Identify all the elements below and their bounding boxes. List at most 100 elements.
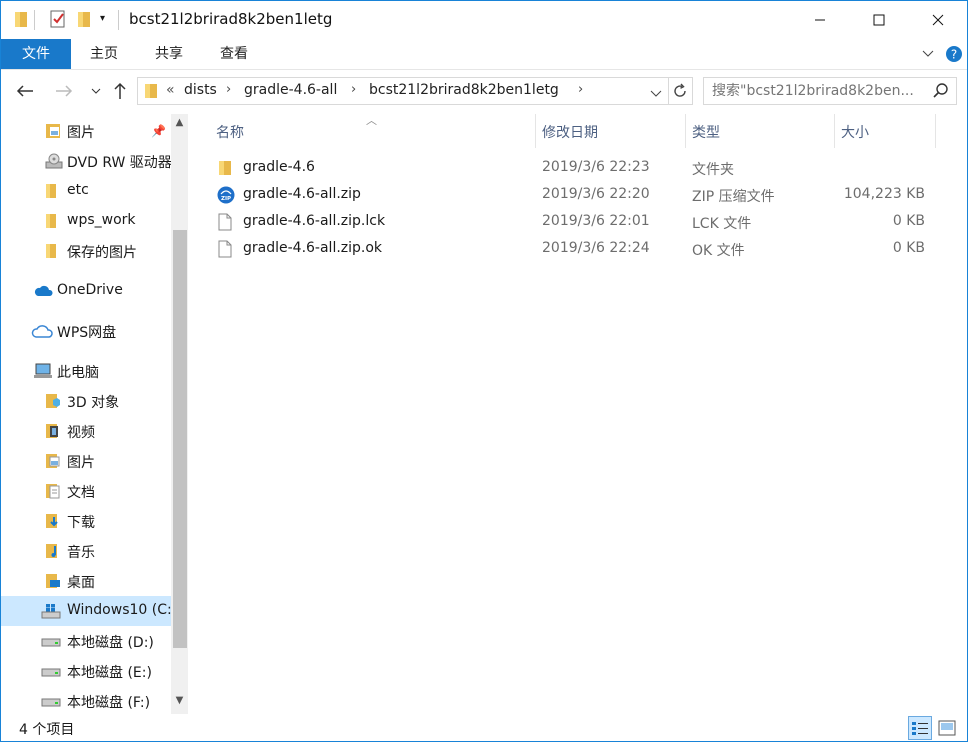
sidebar-item-label: 下载 [67,515,95,531]
sidebar-item-videos[interactable]: 视频 [1,416,171,446]
search-input[interactable] [712,81,922,101]
sidebar-item-saved-pictures[interactable]: 保存的图片 [1,236,171,266]
window-title: bcst21l2brirad8k2ben1letg [129,10,333,28]
scroll-up-icon[interactable]: ▲ [171,117,188,134]
navigation-bar: « dists › gradle-4.6-all › bcst21l2brira… [1,69,967,113]
file-date: 2019/3/6 22:01 [542,213,650,229]
file-row[interactable]: gradle-4.6-all.zip.lck 2019/3/6 22:01 LC… [211,209,931,236]
explorer-window: ▾ bcst21l2brirad8k2ben1letg 文件 主页 共享 查看 … [0,0,968,742]
item-count: 4 个项目 [19,722,75,738]
sidebar-item-wps-cloud[interactable]: WPS网盘 [1,316,171,346]
file-row[interactable]: gradle-4.6 2019/3/6 22:23 文件夹 [211,155,931,182]
svg-text:ZIP: ZIP [221,196,231,202]
details-view-button[interactable] [908,716,932,740]
breadcrumb-segment[interactable]: gradle-4.6-all [244,82,337,98]
chevron-right-icon[interactable]: › [578,82,583,97]
tab-share[interactable]: 共享 [146,39,192,69]
computer-icon [33,363,53,379]
address-bar[interactable]: « dists › gradle-4.6-all › bcst21l2brira… [137,77,669,105]
breadcrumb-segment[interactable]: dists [184,82,217,98]
sidebar-item-documents[interactable]: 文档 [1,476,171,506]
chevron-down-icon [91,88,101,94]
sidebar-item-drive-f[interactable]: 本地磁盘 (F:) [1,686,171,714]
sidebar-item-label: 文档 [67,485,95,501]
up-arrow-icon [114,82,126,99]
scroll-down-icon[interactable]: ▼ [171,695,188,712]
folder-icon [13,9,29,33]
pictures-icon [45,453,61,469]
up-button[interactable] [109,80,131,102]
recent-locations-button[interactable] [85,80,107,102]
sidebar-item-wps-work[interactable]: wps_work [1,206,171,236]
minimize-icon [815,19,825,21]
chevron-right-icon[interactable]: › [351,82,356,97]
videos-icon [45,423,61,439]
sidebar-item-label: 视频 [67,425,95,441]
file-row[interactable]: ZIP gradle-4.6-all.zip 2019/3/6 22:20 ZI… [211,182,931,209]
back-arrow-icon [16,85,33,97]
file-icon [217,213,235,231]
sidebar-item-3d-objects[interactable]: 3D 对象 [1,386,171,416]
sidebar-item-downloads[interactable]: 下载 [1,506,171,536]
column-header-size[interactable]: 大小 [835,114,935,148]
pin-icon[interactable]: 📌 [151,124,166,138]
expand-ribbon-button[interactable] [917,43,939,65]
sidebar-item-drive-d[interactable]: 本地磁盘 (D:) [1,626,171,656]
help-button[interactable]: ? [943,43,965,65]
search-icon[interactable] [932,82,950,100]
column-header-type[interactable]: 类型 [686,114,834,148]
customize-toolbar-icon[interactable]: ▾ [100,13,105,24]
file-type: OK 文件 [692,243,745,259]
scrollbar-thumb[interactable] [173,230,187,648]
large-icons-view-button[interactable] [935,716,959,740]
file-type: LCK 文件 [692,216,752,232]
column-header-name[interactable]: 名称 [191,114,535,148]
sidebar-item-pictures-quick[interactable]: 图片 📌 [1,116,171,146]
navigation-scrollbar[interactable]: ▲ ▼ [171,114,188,714]
close-button[interactable] [909,1,967,39]
divider [118,10,119,30]
divider [34,10,35,30]
wps-cloud-icon [31,323,53,339]
sidebar-item-label: 本地磁盘 (D:) [67,635,154,651]
music-icon [45,543,61,559]
column-divider[interactable] [935,114,936,148]
new-folder-icon[interactable] [76,9,92,33]
desktop-icon [45,573,61,589]
maximize-button[interactable] [850,1,908,39]
file-row[interactable]: gradle-4.6-all.zip.ok 2019/3/6 22:24 OK … [211,236,931,263]
file-name: gradle-4.6-all.zip.ok [243,240,383,256]
refresh-button[interactable] [668,77,693,105]
address-history-dropdown[interactable] [650,86,662,102]
forward-button[interactable] [53,80,75,102]
sidebar-item-onedrive[interactable]: OneDrive [1,276,171,306]
file-name: gradle-4.6-all.zip.lck [243,213,386,229]
tab-file[interactable]: 文件 [1,39,71,69]
sidebar-item-desktop[interactable]: 桌面 [1,566,171,596]
breadcrumb-segment[interactable]: bcst21l2brirad8k2ben1letg [369,82,559,98]
sidebar-item-pictures[interactable]: 图片 [1,446,171,476]
folder-icon [45,243,61,259]
sidebar-item-drive-e[interactable]: 本地磁盘 (E:) [1,656,171,686]
sidebar-item-label: etc [67,182,89,198]
sidebar-item-label: 图片 [67,455,95,471]
sidebar-item-windows10-c[interactable]: Windows10 (C:) [1,596,171,626]
sidebar-item-music[interactable]: 音乐 [1,536,171,566]
3d-objects-icon [45,393,61,409]
sidebar-item-label: WPS网盘 [57,325,117,341]
sidebar-item-this-pc[interactable]: 此电脑 [1,356,171,386]
tab-home[interactable]: 主页 [81,39,127,69]
minimize-button[interactable] [791,1,849,39]
sidebar-item-etc[interactable]: etc [1,176,171,206]
back-button[interactable] [14,80,36,102]
tab-view[interactable]: 查看 [211,39,257,69]
search-box[interactable] [703,77,957,105]
column-header-date[interactable]: 修改日期 [536,114,685,148]
forward-arrow-icon [56,85,73,97]
properties-icon[interactable] [49,9,67,33]
chevron-right-icon[interactable]: › [226,82,231,97]
breadcrumb-overflow[interactable]: « [166,82,175,98]
sidebar-item-label: 保存的图片 [67,245,137,261]
help-icon: ? [946,46,962,62]
sidebar-item-dvd-drive[interactable]: DVD RW 驱动器 [1,146,171,176]
